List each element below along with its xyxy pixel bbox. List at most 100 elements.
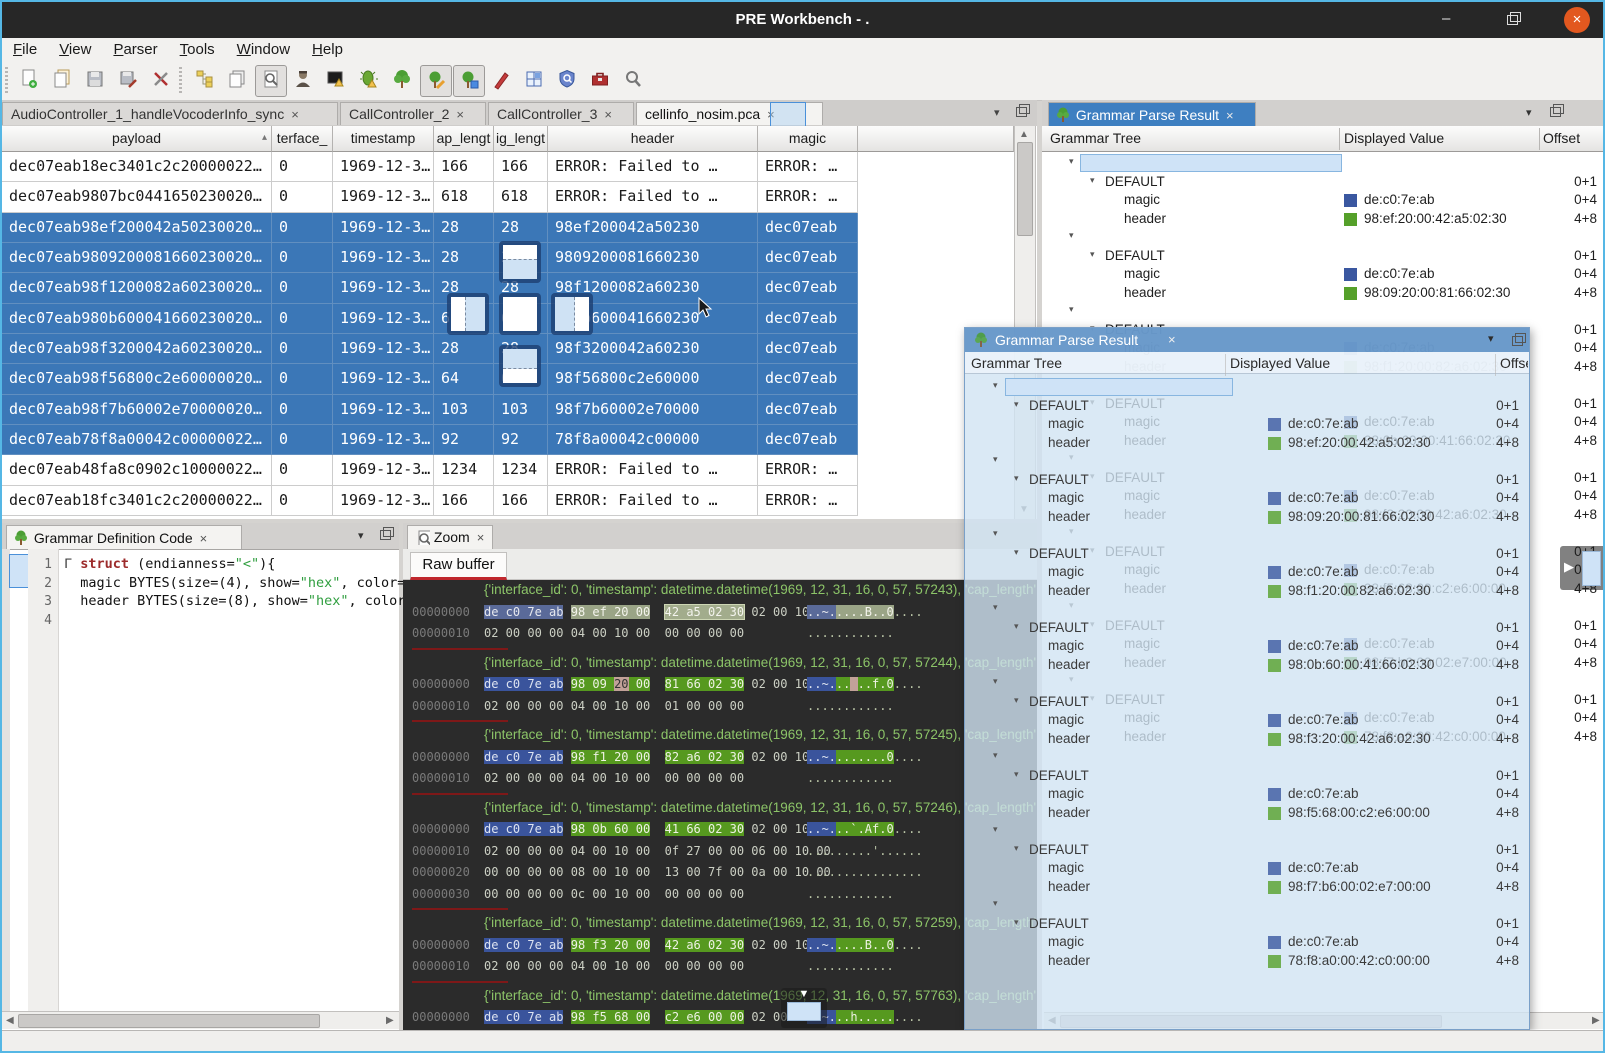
hex-byte-run[interactable]: 82 a6 02 30 bbox=[665, 750, 744, 764]
hex-row[interactable]: 0000001002 00 00 00 04 00 10 00 0f 27 00… bbox=[403, 841, 1037, 863]
tree-node-collapsed[interactable]: ▾ bbox=[965, 748, 1529, 767]
floating-grammar-parse-result-window[interactable]: Grammar Parse Result×▾Grammar TreeDispla… bbox=[964, 327, 1530, 1030]
tree-node-magic[interactable]: magicde:c0:7e:ab0+4 bbox=[965, 637, 1529, 656]
column-header-timestamp[interactable]: timestamp bbox=[333, 126, 434, 152]
tree-node-magic[interactable]: magicde:c0:7e:ab0+4 bbox=[1042, 191, 1605, 210]
tree-node-magic[interactable]: magicde:c0:7e:ab0+4 bbox=[1042, 265, 1605, 284]
hex-row[interactable]: 0000001002 00 00 00 04 00 10 00 00 00 00… bbox=[403, 623, 1037, 645]
menu-item-parser[interactable]: Parser bbox=[102, 38, 168, 58]
hex-byte-run[interactable]: 98 f1 20 00 bbox=[571, 750, 650, 764]
menu-item-window[interactable]: Window bbox=[226, 38, 301, 58]
tab-float-icon[interactable] bbox=[1016, 107, 1027, 120]
tree-node-magic[interactable]: magicde:c0:7e:ab0+4 bbox=[965, 859, 1529, 878]
tree-node-default[interactable]: ▾DEFAULT0+1 bbox=[1042, 173, 1605, 192]
tree-node-magic[interactable]: magicde:c0:7e:ab0+4 bbox=[965, 563, 1529, 582]
tools-button[interactable] bbox=[146, 65, 176, 95]
tree-node-header[interactable]: header98:ef:20:00:42:a5:02:304+8 bbox=[965, 434, 1529, 453]
chevron-down-icon[interactable]: ▾ bbox=[1014, 547, 1019, 558]
panel-dropdown-icon[interactable]: ▾ bbox=[1526, 106, 1532, 119]
tab-close-icon[interactable]: × bbox=[1161, 332, 1176, 347]
scroll-left-icon[interactable]: ◀ bbox=[6, 1015, 14, 1026]
tree-node-default[interactable]: ▾DEFAULT0+1 bbox=[965, 841, 1529, 860]
close-button[interactable]: × bbox=[1564, 7, 1590, 33]
table-row[interactable]: dec07eab9809200081660230020…01969-12-3…2… bbox=[2, 243, 858, 273]
tree-node-default[interactable]: ▾DEFAULT0+1 bbox=[965, 619, 1529, 638]
tab-AudioController_1_handleVocoderInfo_sync[interactable]: AudioController_1_handleVocoderInfo_sync… bbox=[2, 102, 338, 125]
hex-byte-run[interactable]: c2 e6 00 00 bbox=[665, 1010, 744, 1024]
menu-item-tools[interactable]: Tools bbox=[169, 38, 226, 58]
chevron-down-icon[interactable]: ▾ bbox=[1014, 399, 1019, 410]
chevron-down-icon[interactable]: ▾ bbox=[1090, 175, 1095, 186]
hex-byte-run[interactable]: 81 66 02 30 bbox=[665, 677, 744, 691]
hex-byte-run[interactable]: de c0 7e ab bbox=[484, 822, 563, 836]
column-separator[interactable] bbox=[1495, 354, 1496, 376]
chevron-down-icon[interactable]: ▾ bbox=[993, 602, 998, 613]
ascii-run[interactable]: ............ bbox=[807, 887, 894, 901]
ascii-run[interactable]: .......0 bbox=[836, 750, 894, 764]
chevron-down-icon[interactable]: ▾ bbox=[993, 676, 998, 687]
col-offset[interactable]: Offset bbox=[1500, 355, 1528, 371]
hex-byte-run[interactable]: de c0 7e ab bbox=[484, 750, 563, 764]
tab-zoom[interactable]: Zoom× bbox=[407, 525, 493, 549]
hex-byte-run[interactable]: 98 0b 60 00 bbox=[571, 822, 650, 836]
tab-close-icon[interactable]: × bbox=[1219, 108, 1234, 123]
dock-indicator-left[interactable] bbox=[447, 293, 489, 335]
hex-byte-run[interactable]: de c0 7e ab bbox=[484, 677, 563, 691]
tree-node-collapsed[interactable]: ▾ bbox=[965, 452, 1529, 471]
tree-node-collapsed[interactable]: ▾ bbox=[965, 378, 1529, 397]
ascii-run[interactable]: ..~. bbox=[807, 605, 836, 619]
hex-byte-run[interactable]: 98 ef 20 00 bbox=[571, 605, 650, 619]
parse-tree-button[interactable] bbox=[387, 65, 417, 95]
ascii-run[interactable]: ..h..... bbox=[836, 1010, 894, 1024]
chevron-down-icon[interactable]: ▾ bbox=[1014, 917, 1019, 928]
duplicate-view-button[interactable] bbox=[222, 65, 252, 95]
tree-node-header[interactable]: header78:f8:a0:00:42:c0:00:004+8 bbox=[965, 952, 1529, 971]
table-row[interactable]: dec07eab78f8a00042c00000022…01969-12-3…9… bbox=[2, 425, 858, 455]
chevron-down-icon[interactable]: ▾ bbox=[993, 824, 998, 835]
dock-indicator-top[interactable] bbox=[499, 241, 541, 283]
hex-byte-run[interactable]: 98 f3 20 00 bbox=[571, 938, 650, 952]
menu-item-help[interactable]: Help bbox=[301, 38, 354, 58]
hex-byte-run[interactable] bbox=[563, 750, 570, 764]
column-separator[interactable] bbox=[1539, 128, 1540, 150]
new-file-button[interactable] bbox=[14, 65, 44, 95]
table-row[interactable]: dec07eab98f7b60002e70000020…01969-12-3…1… bbox=[2, 395, 858, 425]
hex-row[interactable]: 0000001002 00 00 00 04 00 10 00 01 00 00… bbox=[403, 696, 1037, 718]
hex-row[interactable]: 00000000de c0 7e ab 98 ef 20 00 42 a5 02… bbox=[403, 602, 1037, 624]
hex-dump-view[interactable]: {'interface_id': 0, 'timestamp': datetim… bbox=[403, 580, 1037, 1030]
ascii-run[interactable]: ..~. bbox=[807, 677, 836, 691]
menu-item-view[interactable]: View bbox=[48, 38, 102, 58]
tree-node-default[interactable]: ▾DEFAULT0+1 bbox=[965, 767, 1529, 786]
tab-list-dropdown-icon[interactable]: ▾ bbox=[994, 106, 1000, 119]
hex-byte-run[interactable]: 02 00 00 00 04 00 10 00 00 00 00 00 bbox=[484, 959, 744, 973]
chevron-down-icon[interactable]: ▾ bbox=[1069, 156, 1074, 167]
tree-node-collapsed[interactable]: ▾ bbox=[965, 674, 1529, 693]
tab-CallController_3[interactable]: CallController_3× bbox=[488, 102, 634, 125]
dock-indicator-right-edge[interactable]: ▶ bbox=[1560, 546, 1605, 590]
ascii-run[interactable]: ............ bbox=[807, 771, 894, 785]
table-row[interactable]: dec07eab98f56800c2e60000020…01969-12-3…6… bbox=[2, 364, 858, 394]
column-header-ig_lengt[interactable]: ig_lengt bbox=[494, 126, 548, 152]
title-bar[interactable]: PRE Workbench - . – × bbox=[2, 2, 1603, 38]
code-line[interactable]: magic BYTES(size=(4), show="hex", color= bbox=[64, 575, 405, 591]
ascii-run[interactable]: ..`.Af.0 bbox=[836, 822, 894, 836]
ascii-run[interactable]: .... bbox=[894, 938, 923, 952]
table-row[interactable]: dec07eab9807bc0441650230020…01969-12-3…6… bbox=[2, 182, 858, 212]
minimize-button[interactable]: – bbox=[1442, 10, 1450, 27]
panels-button[interactable] bbox=[519, 65, 549, 95]
ascii-run[interactable]: ............ bbox=[807, 699, 894, 713]
tab-grammar-definition-code[interactable]: Grammar Definition Code× bbox=[6, 525, 242, 549]
ascii-run[interactable]: ..~. bbox=[807, 750, 836, 764]
tab-raw-buffer[interactable]: Raw buffer bbox=[410, 552, 507, 580]
preview-document-button[interactable] bbox=[255, 65, 287, 97]
edit-grammar-button[interactable] bbox=[420, 65, 452, 97]
ascii-run[interactable]: ..f.0 bbox=[858, 677, 894, 691]
table-row[interactable]: dec07eab98f3200042a60230020…01969-12-3…2… bbox=[2, 334, 858, 364]
hex-byte-run[interactable]: 02 00 00 00 04 00 10 00 01 00 00 00 bbox=[484, 699, 744, 713]
tree-node-header[interactable]: header98:0b:60:00:41:66:02:304+8 bbox=[965, 656, 1529, 675]
ascii-run[interactable]: .... bbox=[894, 605, 923, 619]
chevron-down-icon[interactable]: ▾ bbox=[993, 528, 998, 539]
tree-node-header[interactable]: header98:09:20:00:81:66:02:304+8 bbox=[1042, 284, 1605, 303]
hex-byte-run[interactable]: 02 00 00 00 04 00 10 00 00 00 00 00 bbox=[484, 771, 744, 785]
code-line[interactable]: Γ struct (endianness="<"){ bbox=[64, 556, 275, 572]
